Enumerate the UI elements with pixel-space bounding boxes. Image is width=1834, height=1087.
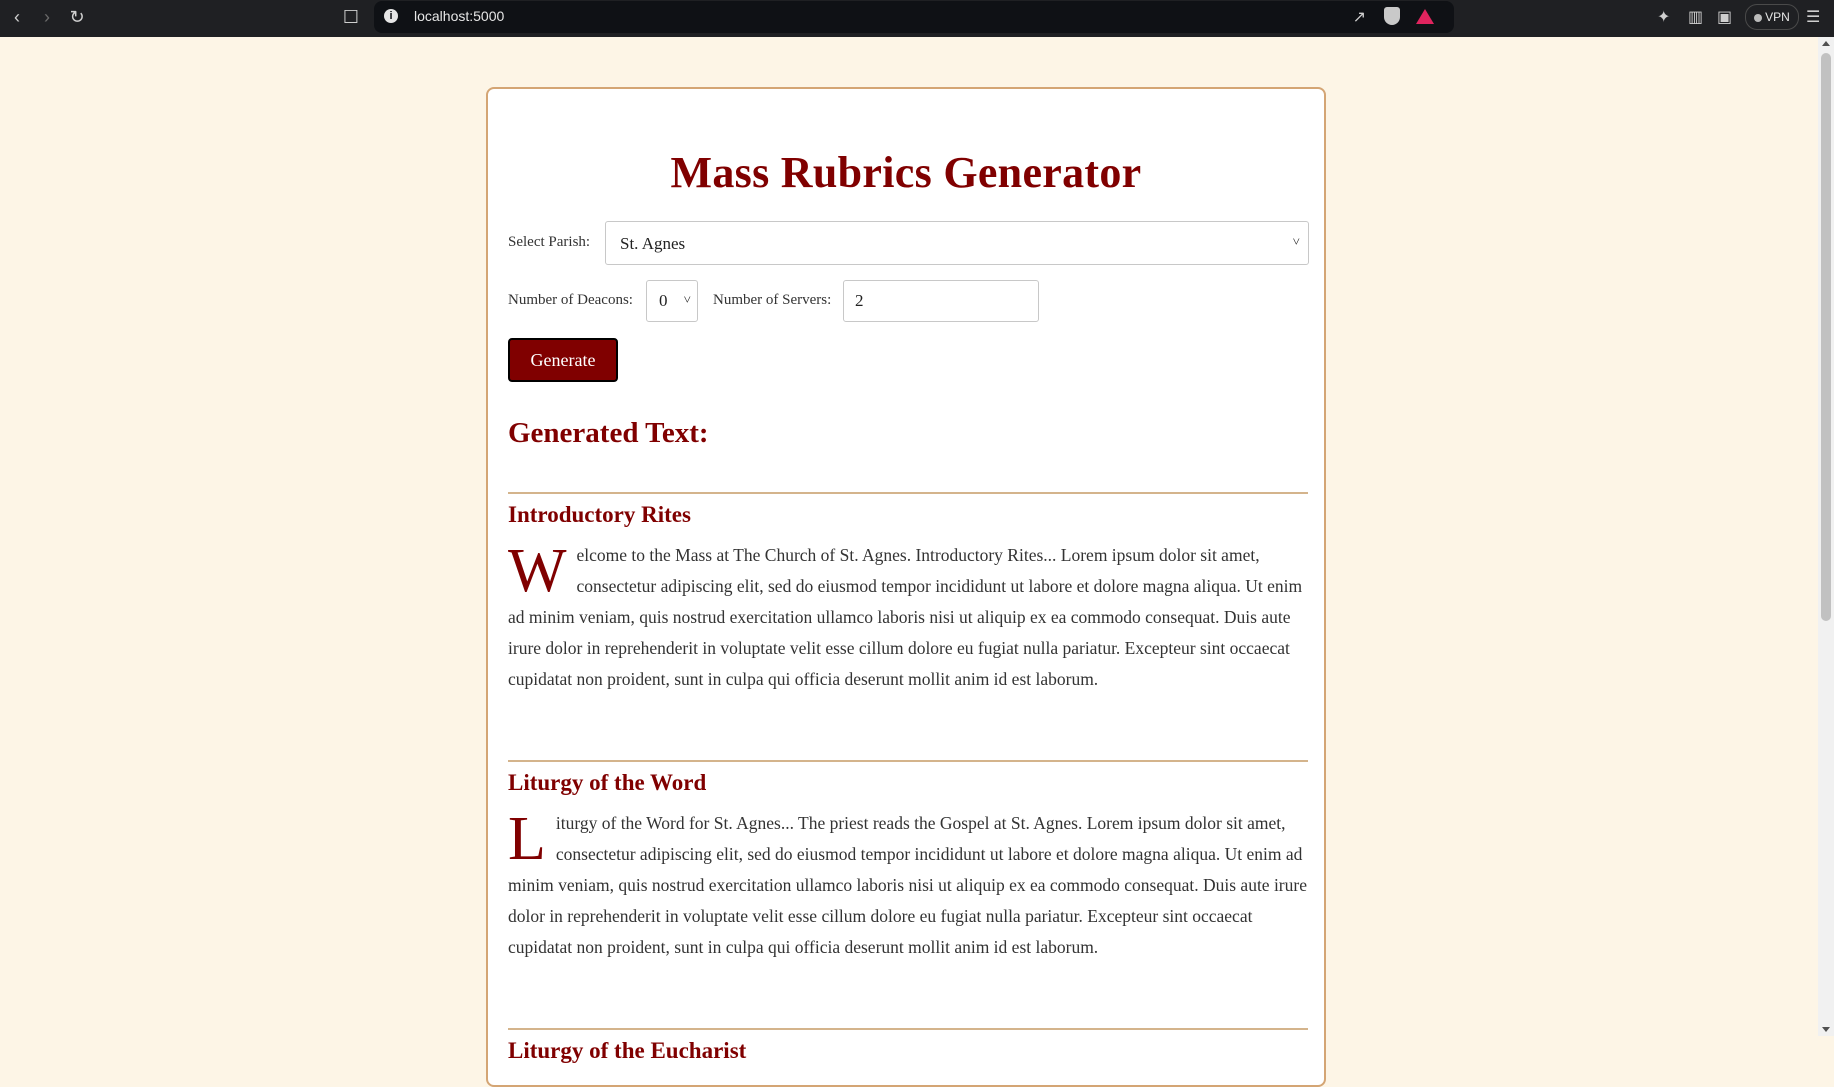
menu-icon[interactable]: ☰ [1806,7,1820,27]
parish-select-value: St. Agnes [620,234,686,253]
chevron-down-icon: ˅ [1292,234,1300,249]
url-text[interactable]: localhost:5000 [414,8,504,24]
section-introductory-rites: Introductory Rites Welcome to the Mass a… [508,492,1308,695]
vpn-status-icon [1754,13,1763,22]
vpn-button[interactable]: VPN [1745,4,1799,30]
sidebar-icon[interactable]: ▥ [1688,7,1703,27]
parish-label: Select Parish: [508,234,591,250]
section-title: Liturgy of the Word [508,770,707,795]
section-body: Liturgy of the Word for St. Agnes... The… [508,808,1308,963]
counts-row: Number of Deacons: 0 ˅ Number of Servers… [508,280,1308,324]
back-icon[interactable]: ‹ [6,6,28,28]
main-card: Mass Rubrics Generator Select Parish: St… [486,87,1326,1087]
parish-row: Select Parish: St. Agnes ˅ [508,221,1309,265]
brave-rewards-icon[interactable] [1416,9,1434,24]
section-title: Introductory Rites [508,502,691,527]
reload-icon[interactable]: ↻ [66,6,88,28]
page-title: Mass Rubrics Generator [670,148,1142,197]
deacons-label: Number of Deacons: [508,292,633,308]
deacons-select[interactable]: 0 ˅ [646,280,698,322]
wallet-icon[interactable]: ▣ [1717,7,1732,27]
scroll-up-icon[interactable] [1822,41,1830,46]
vpn-label: VPN [1765,10,1790,24]
page-scrollbar[interactable] [1818,37,1834,1036]
section-divider [508,760,1308,762]
extensions-icon[interactable]: ✦ [1657,7,1670,27]
bookmark-icon[interactable]: ☐ [340,6,362,28]
drop-cap: L [508,805,546,873]
drop-cap: W [508,537,567,605]
forward-icon[interactable]: › [36,6,58,28]
share-icon[interactable]: ↗ [1353,7,1366,27]
section-liturgy-of-the-eucharist: Liturgy of the Eucharist [508,1028,1308,1064]
scrollbar-thumb[interactable] [1821,53,1831,621]
servers-label: Number of Servers: [713,292,832,308]
chevron-down-icon: ˅ [683,292,691,307]
address-bar[interactable]: i localhost:5000 ↗ [374,1,1454,33]
section-divider [508,1028,1308,1030]
section-body-text: iturgy of the Word for St. Agnes... The … [508,813,1307,957]
site-info-icon[interactable]: i [384,9,398,23]
section-body-text: elcome to the Mass at The Church of St. … [508,545,1303,689]
parish-select[interactable]: St. Agnes ˅ [605,221,1309,265]
deacons-select-value: 0 [659,291,668,310]
generated-text-heading: Generated Text: [508,417,709,449]
section-title: Liturgy of the Eucharist [508,1038,747,1063]
servers-input[interactable] [843,280,1039,322]
scroll-down-icon[interactable] [1822,1027,1830,1032]
generate-button[interactable]: Generate [508,338,618,382]
brave-shields-icon[interactable] [1384,7,1400,25]
section-divider [508,492,1308,494]
section-body: Welcome to the Mass at The Church of St.… [508,540,1308,695]
section-liturgy-of-the-word: Liturgy of the Word Liturgy of the Word … [508,760,1308,963]
browser-toolbar: ‹ › ↻ ☐ i localhost:5000 ↗ ✦ ▥ ▣ VPN ☰ [0,0,1834,37]
